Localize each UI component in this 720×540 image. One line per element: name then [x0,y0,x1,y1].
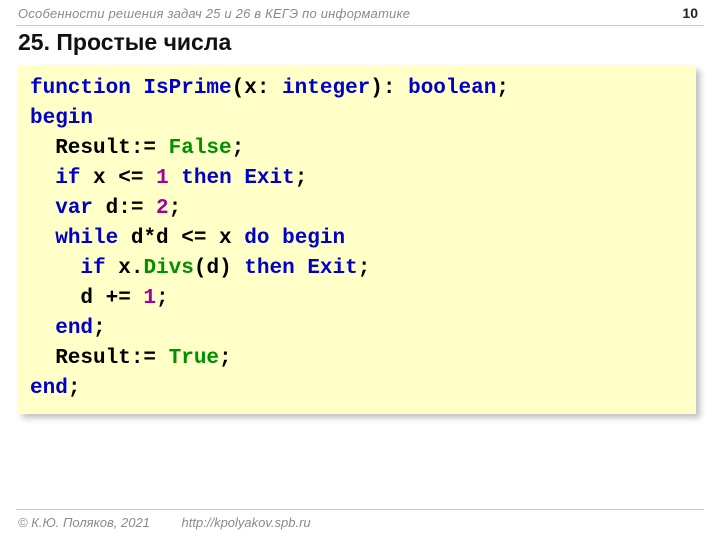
code-token [232,167,245,190]
divider-bottom [16,509,704,510]
code-token: integer [282,77,370,100]
code-token: ; [358,257,371,280]
code-token: Exit [244,167,294,190]
code-token: end [30,377,68,400]
code-token [30,227,55,250]
code-token [269,227,282,250]
code-token: Exit [307,257,357,280]
code-token: ; [232,137,245,160]
code-token: ; [169,197,182,220]
code-token: do [244,227,269,250]
code-token: (x: [232,77,282,100]
code-token: d:= [93,197,156,220]
code-token: True [169,347,219,370]
code-token: ; [219,347,232,370]
code-block: function IsPrime(x: integer): boolean; b… [18,66,696,414]
code-token: ; [496,77,509,100]
code-token: function [30,77,143,100]
code-token: Result:= [30,137,169,160]
page-title: 25. Простые числа [18,29,231,56]
code-token [30,257,80,280]
code-token: if [55,167,80,190]
code-token: Result:= [30,347,169,370]
code-token: 1 [143,287,156,310]
copyright: © К.Ю. Поляков, 2021 [18,515,150,530]
code-token: while [55,227,118,250]
code-token: x <= [80,167,156,190]
slide: Особенности решения задач 25 и 26 в КЕГЭ… [0,0,720,540]
code-token: ; [156,287,169,310]
code-token: (d) [194,257,244,280]
header-text: Особенности решения задач 25 и 26 в КЕГЭ… [18,6,410,21]
code-token: False [169,137,232,160]
code-token: ; [68,377,81,400]
code-token: ): [370,77,408,100]
code-token: then [244,257,294,280]
code-token: begin [282,227,345,250]
divider-top [16,25,704,26]
code-token: 2 [156,197,169,220]
code-token: ; [295,167,308,190]
code-token [169,167,182,190]
code-token: IsPrime [143,77,231,100]
code-token: x. [106,257,144,280]
code-token [30,167,55,190]
code-token: 1 [156,167,169,190]
code-token: end [55,317,93,340]
code-token: if [80,257,105,280]
code-token: var [55,197,93,220]
page-number: 10 [682,5,698,21]
code-token: boolean [408,77,496,100]
code-token: then [181,167,231,190]
code-token: ; [93,317,106,340]
code-token: d*d <= x [118,227,244,250]
code-token: Divs [143,257,193,280]
code-token [30,317,55,340]
code-token [30,197,55,220]
code-token: d += [30,287,143,310]
footer: © К.Ю. Поляков, 2021 http://kpolyakov.sp… [18,515,311,530]
code-token: begin [30,107,93,130]
footer-url: http://kpolyakov.spb.ru [182,515,311,530]
code-token [295,257,308,280]
